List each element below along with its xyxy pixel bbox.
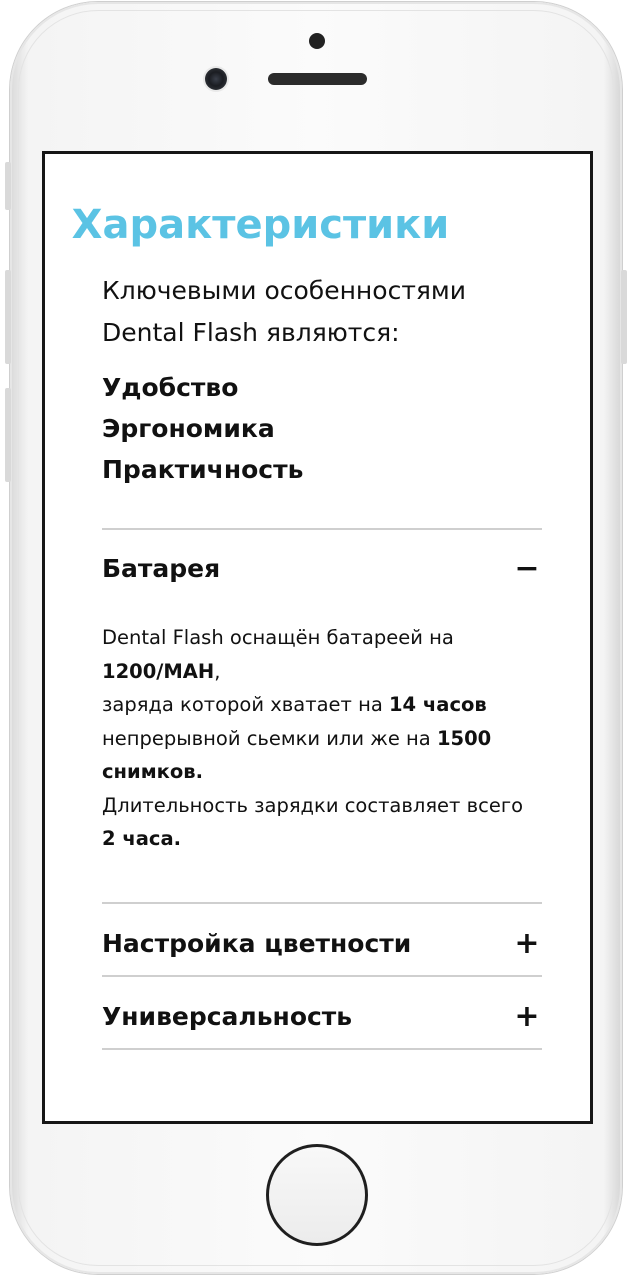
battery-text: Dental Flash оснащён батареей на bbox=[102, 626, 454, 649]
divider bbox=[102, 528, 542, 530]
minus-icon[interactable]: − bbox=[512, 551, 542, 586]
battery-text: , bbox=[214, 659, 221, 683]
proximity-sensor bbox=[309, 33, 325, 49]
accordion-title: Батарея bbox=[102, 553, 221, 583]
feature-list: Удобство Эргономика Практичность bbox=[102, 367, 303, 490]
mute-switch bbox=[5, 162, 11, 210]
volume-down-button bbox=[5, 388, 11, 482]
accordion-header-battery[interactable]: Батарея − bbox=[102, 548, 542, 588]
earpiece-speaker bbox=[268, 73, 367, 85]
battery-text: непрерывной сьемки или же на bbox=[102, 726, 437, 750]
volume-up-button bbox=[5, 270, 11, 364]
battery-text: Длительность зарядки составляет всего bbox=[102, 793, 524, 817]
intro-text: Ключевыми особенностями Dental Flash явл… bbox=[102, 276, 467, 347]
home-button[interactable] bbox=[266, 1144, 368, 1246]
divider bbox=[102, 975, 542, 977]
plus-icon[interactable]: + bbox=[512, 999, 542, 1034]
feature-item: Практичность bbox=[102, 455, 304, 484]
battery-capacity: 1200/MAH bbox=[102, 659, 215, 683]
battery-text: заряда которой хватает на bbox=[102, 693, 389, 716]
phone-screen: Характеристики Ключевыми особенностями D… bbox=[42, 151, 593, 1124]
front-camera-icon bbox=[205, 68, 227, 90]
accordion-title: Универсальность bbox=[102, 1001, 353, 1031]
accordion-header-color-settings[interactable]: Настройка цветности + bbox=[102, 923, 542, 963]
feature-item: Эргономика bbox=[102, 414, 275, 443]
accordion-header-versatility[interactable]: Универсальность + bbox=[102, 996, 542, 1036]
feature-item: Удобство bbox=[102, 373, 239, 402]
divider bbox=[102, 1048, 542, 1050]
plus-icon[interactable]: + bbox=[512, 926, 542, 961]
charge-time: 2 часа. bbox=[102, 827, 182, 850]
accordion-body-battery: Dental Flash оснащён батареей на 1200/MA… bbox=[102, 621, 542, 856]
divider bbox=[102, 902, 542, 904]
page-title: Характеристики bbox=[71, 202, 450, 248]
power-button bbox=[621, 270, 627, 364]
accordion-title: Настройка цветности bbox=[102, 928, 412, 958]
battery-hours: 14 часов bbox=[388, 693, 487, 716]
